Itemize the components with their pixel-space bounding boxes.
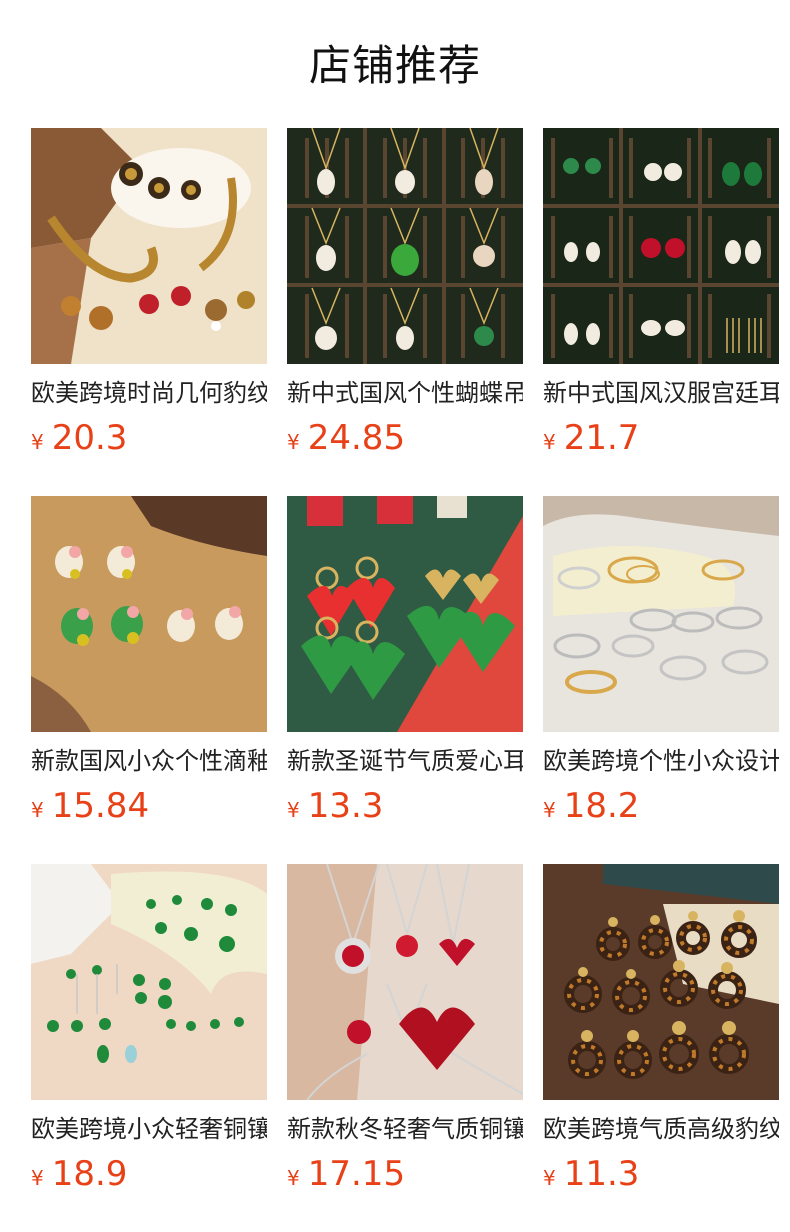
- emerald-stone-earrings-photo: [31, 864, 267, 1100]
- product-image[interactable]: [31, 496, 267, 732]
- price: ¥20.3: [31, 416, 267, 460]
- product-name[interactable]: 新款圣诞节气质爱心耳环: [287, 744, 523, 778]
- price: ¥15.84: [31, 784, 267, 828]
- product-card[interactable]: 欧美跨境个性小众设计手镯 ¥18.2: [543, 496, 779, 864]
- currency-symbol: ¥: [31, 430, 44, 454]
- page-title: 店铺推荐: [308, 41, 481, 90]
- christmas-heart-earrings-photo: [287, 496, 523, 732]
- product-name[interactable]: 欧美跨境时尚几何豹纹耳环: [31, 376, 267, 410]
- price-value: 21.7: [563, 418, 640, 458]
- tortoiseshell-hoop-earrings-photo: [543, 864, 779, 1100]
- price-value: 15.84: [51, 786, 150, 826]
- price-value: 13.3: [307, 786, 384, 826]
- currency-symbol: ¥: [543, 798, 556, 822]
- product-card[interactable]: 欧美跨境小众轻奢铜镶锆石耳环 ¥18.9: [31, 864, 267, 1232]
- product-card[interactable]: 新款圣诞节气质爱心耳环 ¥13.3: [287, 496, 523, 864]
- product-name[interactable]: 新中式国风个性蝴蝶吊坠项链: [287, 376, 523, 410]
- product-card[interactable]: 新款国风小众个性滴釉耳钉 ¥15.84: [31, 496, 267, 864]
- product-image[interactable]: [287, 128, 523, 364]
- product-card[interactable]: 新中式国风个性蝴蝶吊坠项链 ¥24.85: [287, 128, 523, 496]
- product-image[interactable]: [543, 496, 779, 732]
- jade-flower-stud-earrings-photo: [31, 496, 267, 732]
- product-name[interactable]: 新款国风小众个性滴釉耳钉: [31, 744, 267, 778]
- product-image[interactable]: [31, 864, 267, 1100]
- price-value: 17.15: [307, 1154, 406, 1194]
- gold-leopard-jewelry-set-photo: [31, 128, 267, 364]
- price-value: 18.2: [563, 786, 640, 826]
- product-grid: 欧美跨境时尚几何豹纹耳环 ¥20.3: [31, 128, 779, 1232]
- chinese-style-pendant-necklaces-photo: [287, 128, 523, 364]
- price: ¥21.7: [543, 416, 779, 460]
- currency-symbol: ¥: [287, 1166, 300, 1190]
- product-image[interactable]: [287, 864, 523, 1100]
- product-card[interactable]: 新款秋冬轻奢气质铜镶锆石项链 ¥17.15: [287, 864, 523, 1232]
- price-value: 24.85: [307, 418, 406, 458]
- price-value: 11.3: [563, 1154, 640, 1194]
- price: ¥11.3: [543, 1152, 779, 1196]
- product-name[interactable]: 欧美跨境气质高级豹纹耳环: [543, 1112, 779, 1146]
- currency-symbol: ¥: [287, 430, 300, 454]
- ruby-pendant-necklaces-photo: [287, 864, 523, 1100]
- product-name[interactable]: 欧美跨境个性小众设计手镯: [543, 744, 779, 778]
- price: ¥13.3: [287, 784, 523, 828]
- metal-cuff-bracelets-photo: [543, 496, 779, 732]
- product-card[interactable]: 欧美跨境气质高级豹纹耳环 ¥11.3: [543, 864, 779, 1232]
- price: ¥17.15: [287, 1152, 523, 1196]
- product-image[interactable]: [543, 864, 779, 1100]
- currency-symbol: ¥: [543, 1166, 556, 1190]
- price: ¥18.2: [543, 784, 779, 828]
- product-name[interactable]: 新款秋冬轻奢气质铜镶锆石项链: [287, 1112, 523, 1146]
- product-image[interactable]: [31, 128, 267, 364]
- price: ¥18.9: [31, 1152, 267, 1196]
- product-name[interactable]: 欧美跨境小众轻奢铜镶锆石耳环: [31, 1112, 267, 1146]
- price-value: 20.3: [51, 418, 128, 458]
- store-recommendations-page: 店铺推荐 欧美跨境时尚几何豹纹 ¥ 20.3 新中式国风个性蝴蝶吊 ¥ 24.8…: [0, 0, 790, 1232]
- chinese-court-earrings-photo: [543, 128, 779, 364]
- product-card[interactable]: 新中式国风汉服宫廷耳环 ¥21.7: [543, 128, 779, 496]
- product-card[interactable]: 欧美跨境时尚几何豹纹耳环 ¥20.3: [31, 128, 267, 496]
- product-image[interactable]: [287, 496, 523, 732]
- price: ¥24.85: [287, 416, 523, 460]
- price-value: 18.9: [51, 1154, 128, 1194]
- currency-symbol: ¥: [543, 430, 556, 454]
- product-name[interactable]: 新中式国风汉服宫廷耳环: [543, 376, 779, 410]
- currency-symbol: ¥: [287, 798, 300, 822]
- currency-symbol: ¥: [31, 1166, 44, 1190]
- product-image[interactable]: [543, 128, 779, 364]
- currency-symbol: ¥: [31, 798, 44, 822]
